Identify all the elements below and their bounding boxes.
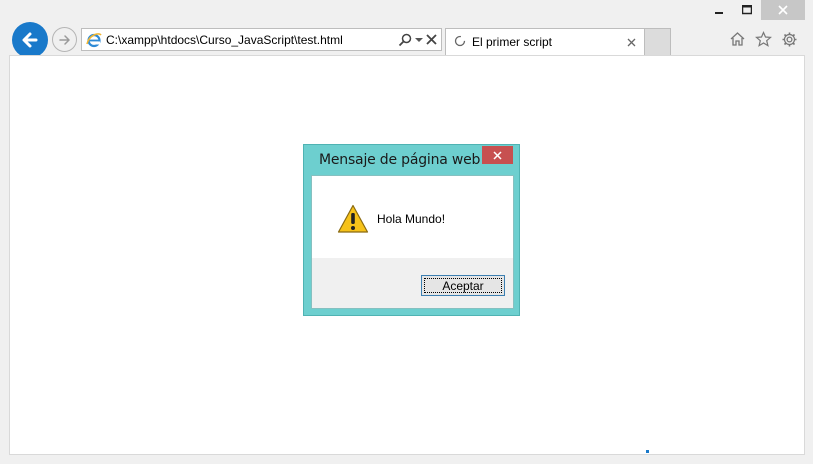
warning-icon <box>337 204 369 234</box>
settings-gear-icon[interactable] <box>779 29 799 49</box>
browser-window: C:\xampp\htdocs\Curso_JavaScript\test.ht… <box>0 0 813 464</box>
maximize-icon <box>742 5 752 15</box>
forward-arrow-icon <box>58 34 70 45</box>
dialog-body: Hola Mundo! Aceptar <box>311 175 514 309</box>
tab-el-primer-script[interactable]: El primer script <box>445 28 645 55</box>
ie-page-icon <box>86 32 102 48</box>
tab-title: El primer script <box>472 35 553 49</box>
maximize-button[interactable] <box>733 0 761 20</box>
forward-button[interactable] <box>52 27 77 52</box>
close-icon <box>778 5 788 15</box>
dropdown-icon[interactable] <box>415 37 423 43</box>
tab-close-icon[interactable] <box>622 38 640 47</box>
loading-spinner-icon <box>454 35 466 50</box>
minimize-button[interactable] <box>705 0 733 20</box>
alert-dialog: Mensaje de página web Hola Mundo! Acepta… <box>303 144 520 316</box>
search-icon[interactable] <box>398 33 412 47</box>
home-icon[interactable] <box>727 29 747 49</box>
dialog-title: Mensaje de página web <box>319 152 481 168</box>
dialog-message: Hola Mundo! <box>377 212 446 226</box>
back-button[interactable] <box>12 22 48 58</box>
dialog-close-button[interactable] <box>482 146 513 164</box>
url-text[interactable]: C:\xampp\htdocs\Curso_JavaScript\test.ht… <box>106 33 398 47</box>
stop-close-icon[interactable] <box>426 34 437 45</box>
address-bar[interactable]: C:\xampp\htdocs\Curso_JavaScript\test.ht… <box>81 28 442 51</box>
status-marker <box>646 450 649 453</box>
minimize-icon <box>715 12 723 14</box>
new-tab-button[interactable] <box>645 28 671 55</box>
address-actions <box>398 33 441 47</box>
toolbar-icons <box>727 29 799 49</box>
close-icon <box>493 150 502 160</box>
back-arrow-icon <box>22 32 38 48</box>
accept-button[interactable]: Aceptar <box>421 275 505 296</box>
favorites-star-icon[interactable] <box>753 29 773 49</box>
window-caption-buttons <box>705 0 805 22</box>
window-close-button[interactable] <box>761 0 805 20</box>
